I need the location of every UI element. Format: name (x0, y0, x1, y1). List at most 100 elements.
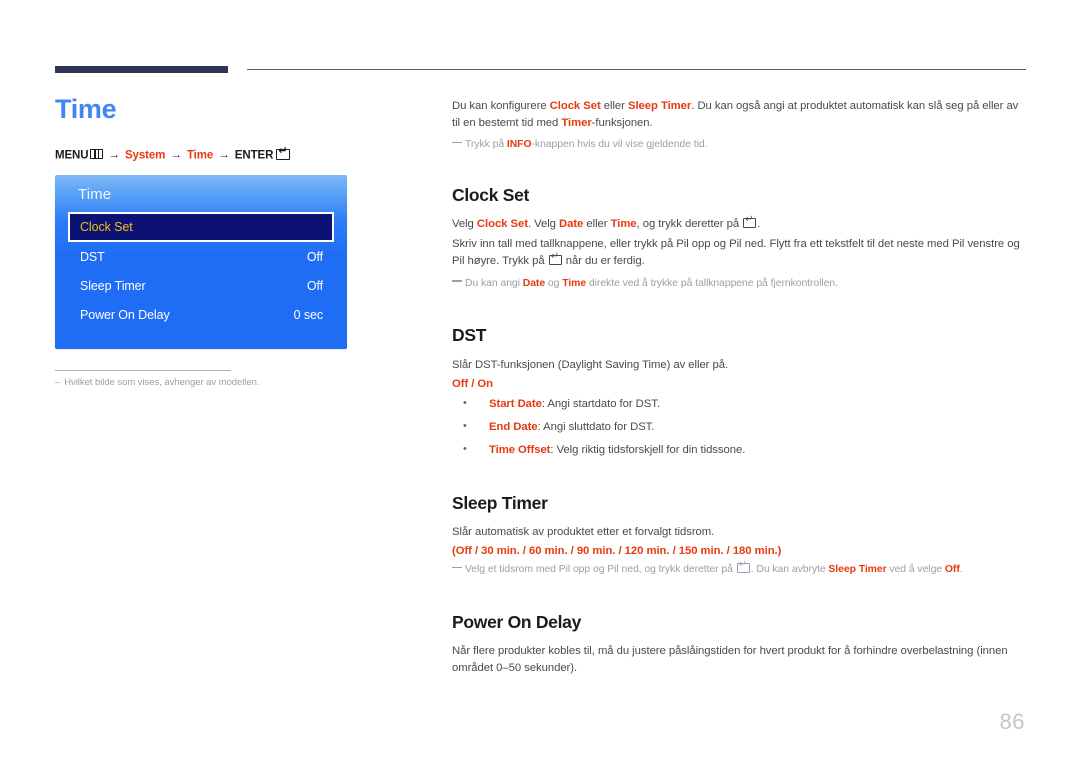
header-rules (55, 66, 1026, 74)
intro-paragraph: Du kan konfigurere Clock Set eller Sleep… (452, 98, 1027, 132)
dst-bullet-desc: : Angi sluttdato for DST. (537, 421, 655, 434)
left-footnote: – Hvilket bilde som vises, avhenger av mo… (55, 377, 259, 389)
left-footnote-block: – Hvilket bilde som vises, avhenger av mo… (55, 370, 259, 389)
osd-row-label: Power On Delay (80, 307, 170, 322)
osd-row-dst[interactable]: DST Off (68, 242, 334, 271)
left-footnote-text: Hvilket bilde som vises, avhenger av mod… (64, 377, 260, 389)
bullet-icon: • (463, 420, 467, 433)
list-item: • Time Offset: Velg riktig tidsforskjell … (452, 442, 1027, 458)
section-clock-set: Clock Set Velg Clock Set. Velg Date elle… (452, 184, 1027, 292)
osd-row-label: DST (80, 249, 105, 264)
sleep-timer-note: Velg et tidsrom med Pil opp og Pil ned, … (452, 559, 1027, 578)
menu-path-arrow-3: → (218, 149, 230, 162)
sleep-timer-paragraph-1: Slår automatisk av produktet etter et fo… (452, 526, 715, 539)
osd-row-power-on-delay[interactable]: Power On Delay 0 sec (68, 300, 334, 329)
list-item: • Start Date: Angi startdato for DST. (452, 396, 1027, 412)
sleep-timer-options: (Off / 30 min. / 60 min. / 90 min. / 120… (452, 545, 782, 558)
header-rule-thin (247, 69, 1026, 70)
enter-key-icon (276, 145, 291, 160)
section-dst: DST Slår DST-funksjonen (Daylight Saving… (452, 325, 1027, 459)
st-note-b: . Du kan avbryte (750, 564, 829, 576)
page-title: Time (55, 94, 117, 124)
left-footnote-rule (55, 370, 231, 372)
dst-bullet-desc: : Velg riktig tidsforskjell for din tids… (550, 444, 746, 457)
dst-bullet-term: Time Offset (489, 444, 551, 457)
intro-note: Trykk på INFO-knappen hvis du vil vise g… (452, 137, 1027, 153)
bullet-icon: • (463, 443, 467, 456)
intro-hl-timer: Timer (561, 117, 592, 130)
osd-row-sleep-timer[interactable]: Sleep Timer Off (68, 271, 334, 300)
cs-note-c: direkte ved å trykke på tallknappene på … (586, 277, 838, 289)
intro-note-a: Trykk på (465, 139, 507, 151)
st-note-hl-off: Off (944, 564, 960, 576)
cs2-text-a: Skriv inn tall med tallknappene, eller t… (452, 238, 1020, 268)
menu-navigation-path: MENU → System → Time → ENTER (55, 145, 415, 162)
intro-hl-sleep-timer: Sleep Timer (627, 100, 692, 112)
section-power-on-delay: Power On Delay Når flere produkter koble… (452, 611, 1027, 678)
st-note-hl-sleep-timer: Sleep Timer (828, 564, 887, 576)
enter-key-icon (736, 559, 750, 574)
cs-text-d: , og trykk deretter på (636, 218, 743, 231)
osd-panel-title: Time (78, 186, 112, 204)
page-number: 86 (999, 709, 1025, 734)
enter-key-icon (548, 251, 562, 266)
st-note-c: ved å velge (886, 564, 945, 576)
heading-power-on-delay: Power On Delay (452, 611, 582, 632)
dst-options: Off / On (452, 377, 494, 390)
cs-text-c: eller (583, 218, 611, 231)
intro-note-b: -knappen hvis du vil vise gjeldende tid. (531, 139, 708, 151)
cs2-text-b: når du er ferdig. (562, 255, 645, 268)
st-note-d: . (959, 564, 963, 576)
left-footnote-dash: – (55, 377, 61, 389)
osd-row-label: Clock Set (80, 220, 133, 235)
note-dash-icon (452, 280, 462, 282)
intro-note-hl-info: INFO (506, 139, 532, 151)
menu-grid-icon (90, 149, 104, 160)
intro-text-a: Du kan konfigurere (452, 100, 550, 112)
section-intro: Du kan konfigurere Clock Set eller Sleep… (452, 98, 1027, 153)
cs-hl-time: Time (610, 218, 637, 231)
cs-text-e: . (757, 218, 761, 231)
menu-path-enter-label: ENTER (234, 149, 274, 162)
menu-path-step-system: System (124, 149, 166, 162)
cs-text-a: Velg (452, 218, 477, 231)
right-column: Du kan konfigurere Clock Set eller Sleep… (452, 98, 1027, 680)
clock-set-paragraph-1: Velg Clock Set. Velg Date eller Time, og… (452, 214, 1027, 233)
cs-note-a: Du kan angi (465, 277, 523, 289)
dst-bullet-desc: : Angi startdato for DST. (541, 397, 660, 410)
cs-note-b: og (545, 277, 563, 289)
menu-path-menu-label: MENU (55, 149, 89, 162)
cs-hl-clock-set: Clock Set (476, 218, 528, 231)
osd-row-value: Off (306, 249, 323, 264)
power-on-delay-paragraph-1: Når flere produkter kobles til, må du ju… (452, 645, 1008, 675)
section-sleep-timer: Sleep Timer Slår automatisk av produktet… (452, 492, 1027, 578)
osd-row-value: Off (306, 278, 323, 293)
st-note-a: Velg et tidsrom med Pil opp og Pil ned, … (465, 564, 736, 576)
dst-bullet-term: Start Date (489, 397, 542, 410)
osd-row-label: Sleep Timer (80, 278, 146, 293)
header-rule-thick (55, 66, 228, 73)
menu-path-arrow-2: → (170, 149, 182, 162)
left-column: Time MENU → System → Time → ENTER Time Cl… (55, 94, 415, 389)
clock-set-note: Du kan angi Date og Time direkte ved å t… (452, 276, 1027, 292)
list-item: • End Date: Angi sluttdato for DST. (452, 419, 1027, 435)
cs-hl-date: Date (559, 218, 584, 231)
osd-row-clock-set[interactable]: Clock Set (68, 212, 334, 243)
heading-clock-set: Clock Set (452, 184, 530, 205)
heading-sleep-timer: Sleep Timer (452, 492, 548, 513)
cs-text-b: . Velg (527, 218, 559, 231)
osd-row-value: 0 sec (293, 307, 323, 322)
menu-path-step-time: Time (186, 149, 214, 162)
dst-bullet-list: • Start Date: Angi startdato for DST. • En… (452, 396, 1027, 459)
cs-note-hl-time: Time (562, 277, 587, 289)
menu-path-arrow-1: → (108, 149, 120, 162)
enter-key-icon (743, 214, 757, 229)
bullet-icon: • (463, 396, 467, 409)
clock-set-paragraph-2: Skriv inn tall med tallknappene, eller t… (452, 236, 1027, 270)
heading-dst: DST (452, 325, 487, 346)
note-dash-icon (452, 141, 462, 144)
note-dash-icon (452, 566, 462, 569)
intro-hl-clock-set: Clock Set (549, 100, 601, 112)
cs-note-hl-date: Date (522, 277, 546, 289)
dst-paragraph-1: Slår DST-funksjonen (Daylight Saving Tim… (452, 358, 729, 371)
